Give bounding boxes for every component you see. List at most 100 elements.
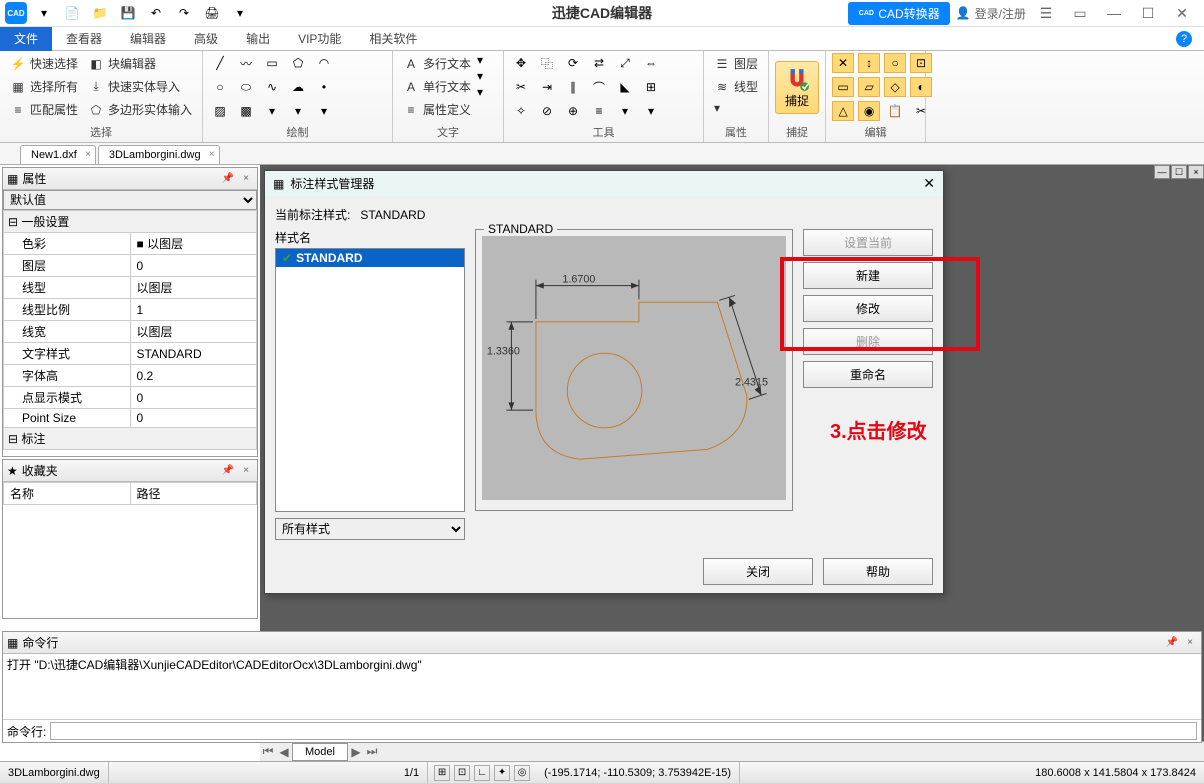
text-tool-1[interactable]: ▾ bbox=[477, 53, 497, 67]
canvas-max-icon[interactable]: ☐ bbox=[1171, 165, 1187, 179]
edit-tool-10[interactable]: ◉ bbox=[858, 101, 880, 121]
style-filter-combo[interactable]: 所有样式 bbox=[275, 518, 465, 540]
cut-button[interactable]: ✂ bbox=[910, 101, 932, 121]
qat-more-icon[interactable]: ▾ bbox=[228, 3, 252, 23]
redo-icon[interactable]: ↷ bbox=[172, 3, 196, 23]
set-current-button[interactable]: 设置当前 bbox=[803, 229, 933, 256]
tab-viewer[interactable]: 查看器 bbox=[52, 27, 116, 51]
trim-tool[interactable]: ✂ bbox=[510, 77, 532, 97]
app-logo[interactable]: CAD bbox=[4, 3, 28, 23]
text-button[interactable]: A单行文本 bbox=[399, 76, 475, 97]
close-icon[interactable]: × bbox=[239, 173, 253, 184]
fillet-tool[interactable]: ⌒ bbox=[588, 77, 610, 97]
canvas-min-icon[interactable]: — bbox=[1154, 165, 1170, 179]
help-icon[interactable]: ? bbox=[1176, 31, 1192, 47]
cloud-tool[interactable]: ☁ bbox=[287, 77, 309, 97]
command-log[interactable]: 打开 "D:\迅捷CAD编辑器\XunjieCADEditor\CADEdito… bbox=[3, 654, 1201, 720]
new-style-button[interactable]: 新建 bbox=[803, 262, 933, 289]
canvas-close-icon[interactable]: × bbox=[1188, 165, 1204, 179]
polygon-input-button[interactable]: ⬠多边形实体输入 bbox=[84, 99, 196, 120]
layer-button[interactable]: ☰图层 bbox=[710, 53, 762, 74]
linetype-button[interactable]: ≋线型 bbox=[710, 76, 762, 97]
close-dialog-button[interactable]: 关闭 bbox=[703, 558, 813, 585]
text-tool-3[interactable]: ▾ bbox=[477, 85, 497, 99]
point-tool[interactable]: • bbox=[313, 77, 335, 97]
tab-editor[interactable]: 编辑器 bbox=[116, 27, 180, 51]
help-dialog-button[interactable]: 帮助 bbox=[823, 558, 933, 585]
tab-advanced[interactable]: 高级 bbox=[180, 27, 232, 51]
ortho-toggle[interactable]: ∟ bbox=[474, 765, 490, 781]
block-editor-button[interactable]: ◧块编辑器 bbox=[84, 53, 196, 74]
maximize-button[interactable]: ☐ bbox=[1134, 2, 1162, 24]
match-props-button[interactable]: ≡匹配属性 bbox=[6, 99, 82, 120]
style-list[interactable]: ✔ STANDARD bbox=[275, 248, 465, 512]
tab-related[interactable]: 相关软件 bbox=[355, 27, 431, 51]
quick-import-button[interactable]: ⤓快速实体导入 bbox=[84, 76, 196, 97]
edit-tool-9[interactable]: △ bbox=[832, 101, 854, 121]
login-button[interactable]: 👤 登录/注册 bbox=[956, 5, 1026, 22]
dialog-titlebar[interactable]: ▦ 标注样式管理器 ✕ bbox=[265, 171, 943, 196]
new-file-icon[interactable]: 📄 bbox=[60, 3, 84, 23]
array-tool[interactable]: ⊞ bbox=[640, 77, 662, 97]
stretch-tool[interactable]: ⇔ bbox=[640, 53, 662, 73]
compact-button[interactable]: ▭ bbox=[1066, 2, 1094, 24]
grid-toggle[interactable]: ⊡ bbox=[454, 765, 470, 781]
line-tool[interactable]: ╱ bbox=[209, 53, 231, 73]
tab-nav-first[interactable]: ⏮ bbox=[260, 744, 276, 759]
explode-tool[interactable]: ✧ bbox=[510, 101, 532, 121]
props-more[interactable]: ▾ bbox=[710, 99, 762, 117]
menu-button[interactable]: ☰ bbox=[1032, 2, 1060, 24]
tab-file[interactable]: 文件 bbox=[0, 27, 52, 51]
save-icon[interactable]: 💾 bbox=[116, 3, 140, 23]
more-draw-1[interactable]: ▾ bbox=[261, 101, 283, 121]
offset-tool[interactable]: ∥ bbox=[562, 77, 584, 97]
region-tool[interactable]: ▩ bbox=[235, 101, 257, 121]
mtext-button[interactable]: A多行文本 bbox=[399, 53, 475, 74]
pin-icon[interactable]: 📌 bbox=[1165, 637, 1179, 648]
tab-nav-prev[interactable]: ◀ bbox=[276, 745, 292, 759]
select-all-button[interactable]: ▦选择所有 bbox=[6, 76, 82, 97]
edit-tool-7[interactable]: ◇ bbox=[884, 77, 906, 97]
close-icon[interactable]: × bbox=[239, 465, 253, 476]
props-filter-combo[interactable]: 默认值 bbox=[3, 190, 257, 210]
print-icon[interactable]: 🖨 bbox=[200, 3, 224, 23]
clipboard-button[interactable]: 📋 bbox=[884, 101, 906, 121]
edit-tool-8[interactable]: ◐ bbox=[910, 77, 932, 97]
snap-button[interactable]: 捕捉 bbox=[775, 61, 819, 114]
polygon-tool[interactable]: ⬠ bbox=[287, 53, 309, 73]
osnap-toggle[interactable]: ◎ bbox=[514, 765, 530, 781]
hatch-tool[interactable]: ▨ bbox=[209, 101, 231, 121]
edit-tool-1[interactable]: ✕ bbox=[832, 53, 854, 73]
qat-dropdown-icon[interactable]: ▾ bbox=[32, 3, 56, 23]
tab-vip[interactable]: VIP功能 bbox=[284, 27, 355, 51]
style-item-standard[interactable]: ✔ STANDARD bbox=[276, 249, 464, 267]
more-tool-2[interactable]: ▾ bbox=[640, 101, 662, 121]
doc-tab-new1[interactable]: New1.dxf× bbox=[20, 145, 96, 164]
spline-tool[interactable]: ∿ bbox=[261, 77, 283, 97]
extend-tool[interactable]: ⇥ bbox=[536, 77, 558, 97]
edit-tool-4[interactable]: ⊡ bbox=[910, 53, 932, 73]
modify-style-button[interactable]: 修改 bbox=[803, 295, 933, 322]
polyline-tool[interactable]: 〰 bbox=[235, 53, 257, 73]
scale-tool[interactable]: ⤢ bbox=[614, 53, 636, 73]
edit-tool-5[interactable]: ▭ bbox=[832, 77, 854, 97]
rotate-tool[interactable]: ⟳ bbox=[562, 53, 584, 73]
undo-icon[interactable]: ↶ bbox=[144, 3, 168, 23]
open-folder-icon[interactable]: 📁 bbox=[88, 3, 112, 23]
delete-style-button[interactable]: 删除 bbox=[803, 328, 933, 355]
edit-tool-3[interactable]: ○ bbox=[884, 53, 906, 73]
tab-output[interactable]: 输出 bbox=[232, 27, 284, 51]
edit-tool-6[interactable]: ▱ bbox=[858, 77, 880, 97]
copy-tool[interactable]: ⿻ bbox=[536, 53, 558, 73]
attdef-button[interactable]: ≡属性定义 bbox=[399, 99, 475, 120]
arc-tool[interactable]: ◠ bbox=[313, 53, 335, 73]
move-tool[interactable]: ✥ bbox=[510, 53, 532, 73]
align-tool[interactable]: ≡ bbox=[588, 101, 610, 121]
minimize-button[interactable]: — bbox=[1100, 2, 1128, 24]
break-tool[interactable]: ⊘ bbox=[536, 101, 558, 121]
snap-toggle[interactable]: ⊞ bbox=[434, 765, 450, 781]
polar-toggle[interactable]: ✦ bbox=[494, 765, 510, 781]
chamfer-tool[interactable]: ◣ bbox=[614, 77, 636, 97]
more-draw-2[interactable]: ▾ bbox=[287, 101, 309, 121]
pin-icon[interactable]: 📌 bbox=[221, 465, 235, 476]
